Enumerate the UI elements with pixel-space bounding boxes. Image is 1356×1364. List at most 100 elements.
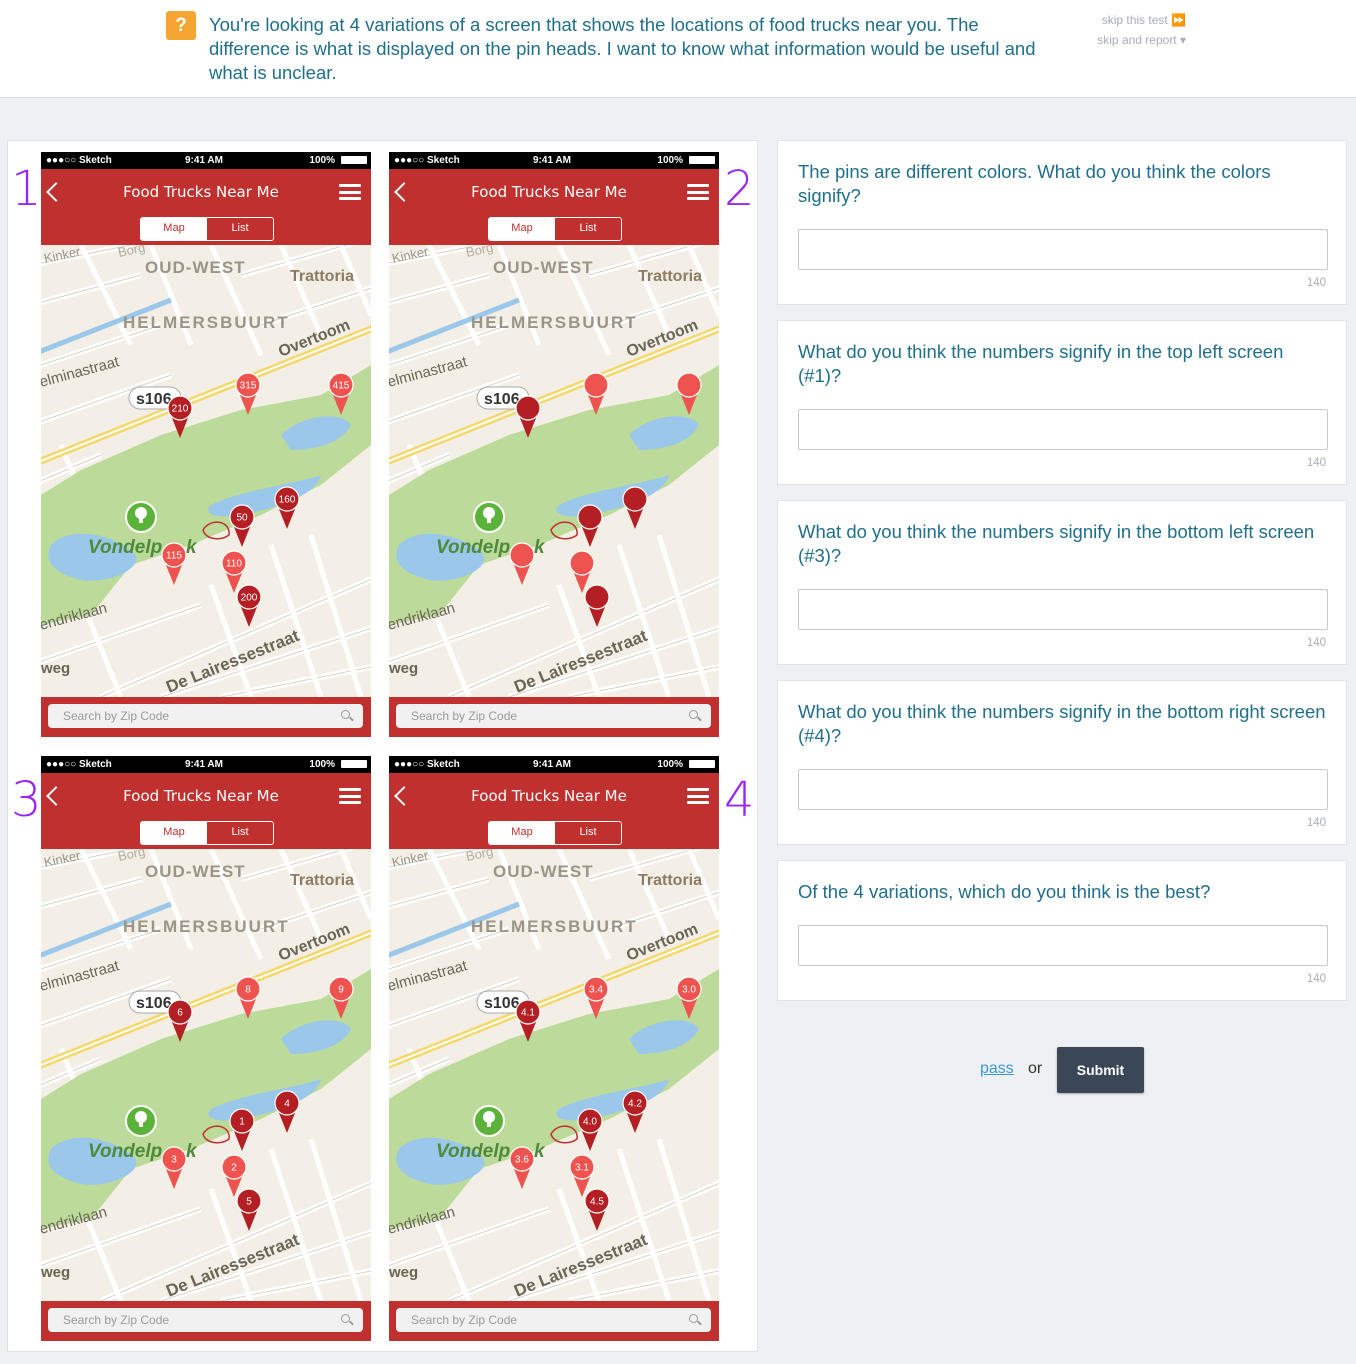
submit-button[interactable]: Submit [1057,1047,1144,1093]
question-text: The pins are different colors. What do y… [798,161,1271,206]
map-list-toggle[interactable]: Map List [488,217,622,241]
answer-input[interactable] [798,229,1328,270]
svg-text:k: k [534,537,546,558]
hamburger-menu-icon[interactable] [687,184,709,200]
pin-label: 315 [240,381,257,392]
hamburger-menu-icon[interactable] [339,788,361,804]
svg-text:weg: weg [41,660,70,677]
question-text: Of the 4 variations, which do you think … [798,881,1211,902]
answer-input[interactable] [798,409,1328,450]
battery-label: 100% [657,155,683,166]
answer-input[interactable] [798,925,1328,966]
map-view[interactable]: Kinker Borg OUD-WEST Trattoria HELMERSBU… [41,245,371,697]
zip-search-input[interactable]: Search by Zip Code [48,704,363,728]
svg-text:Vondelp: Vondelp [88,1141,162,1162]
hamburger-menu-icon[interactable] [687,788,709,804]
pin-label: 110 [226,559,242,570]
nav-title: Food Trucks Near Me [123,787,279,805]
question-card-1: The pins are different colors. What do y… [777,140,1347,305]
svg-text:HELMERSBUURT: HELMERSBUURT [471,313,638,332]
pin-label: 4.1 [521,1008,535,1019]
skip-report-link[interactable]: skip and report ▾ [1026,30,1186,50]
tab-list[interactable]: List [555,822,621,844]
svg-text:HELMERSBUURT: HELMERSBUURT [471,917,638,936]
map-view[interactable]: Kinker Borg OUD-WEST Trattoria HELMERSBU… [389,849,719,1301]
svg-text:s106: s106 [136,995,172,1012]
variation-number-2: 2 [724,161,755,217]
carrier-label: ●●●○○ Sketch [46,155,112,166]
question-text: What do you think the numbers signify in… [798,521,1315,566]
skip-links: skip this test ⏩ skip and report ▾ [1026,10,1186,50]
nav-bar: Food Trucks Near Me Map List [389,169,719,245]
nav-bar: Food Trucks Near Me Map List [389,773,719,849]
time-label: 9:41 AM [185,155,223,166]
map-list-toggle[interactable]: Map List [140,217,274,241]
hamburger-menu-icon[interactable] [339,184,361,200]
svg-text:k: k [534,1141,546,1162]
tab-map[interactable]: Map [489,822,555,844]
svg-text:s106: s106 [484,995,520,1012]
search-icon [341,1314,350,1323]
pin-label: 115 [166,551,182,562]
zip-search-input[interactable]: Search by Zip Code [48,1308,363,1332]
status-bar: ●●●○○ Sketch 9:41 AM 100% [389,152,719,169]
pin-label: 3.1 [575,1163,589,1174]
svg-text:Vondelp: Vondelp [88,537,162,558]
phone-variation-1: ●●●○○ Sketch 9:41 AM 100% Food Trucks Ne… [41,152,371,737]
search-bar: Search by Zip Code [389,1301,719,1341]
phone-variation-2: ●●●○○ Sketch 9:41 AM 100% Food Trucks Ne… [389,152,719,737]
svg-text:Vondelp: Vondelp [436,1141,510,1162]
pin-label: 9 [338,985,344,996]
pin-label: 200 [241,593,258,604]
zip-search-input[interactable]: Search by Zip Code [396,1308,711,1332]
tab-map[interactable]: Map [141,218,207,240]
char-count: 140 [1306,817,1326,829]
pin-label: 3.0 [682,985,696,996]
phone-variation-3: ●●●○○ Sketch 9:41 AM 100% Food Trucks Ne… [41,756,371,1341]
svg-text:HELMERSBUURT: HELMERSBUURT [123,917,290,936]
carrier-label: ●●●○○ Sketch [46,759,112,770]
pass-link[interactable]: pass [980,1060,1014,1078]
time-label: 9:41 AM [185,759,223,770]
answer-input[interactable] [798,589,1328,630]
char-count: 140 [1306,973,1326,985]
svg-text:OUD-WEST: OUD-WEST [145,862,246,881]
carrier-label: ●●●○○ Sketch [394,155,460,166]
instruction-bar: ? You're looking at 4 variations of a sc… [0,0,1356,98]
variation-number-1: 1 [11,161,42,217]
nav-bar: Food Trucks Near Me Map List [41,773,371,849]
answer-input[interactable] [798,769,1328,810]
status-bar: ●●●○○ Sketch 9:41 AM 100% [41,756,371,773]
map-view[interactable]: Kinker Borg OUD-WEST Trattoria HELMERSBU… [41,849,371,1301]
pin-label: 5 [246,1197,252,1208]
map-view[interactable]: Kinker Borg OUD-WEST Trattoria HELMERSBU… [389,245,719,697]
search-bar: Search by Zip Code [41,697,371,737]
skip-test-link[interactable]: skip this test ⏩ [1026,10,1186,30]
task-instruction: You're looking at 4 variations of a scre… [209,14,1036,83]
pin-label: 3.4 [589,985,603,996]
char-count: 140 [1306,277,1326,289]
svg-text:Trattoria: Trattoria [638,268,702,285]
map-list-toggle[interactable]: Map List [140,821,274,845]
variation-number-3: 3 [11,772,42,828]
question-card-3: What do you think the numbers signify in… [777,500,1347,665]
tab-map[interactable]: Map [141,822,207,844]
nav-title: Food Trucks Near Me [123,183,279,201]
pin-label: 1 [239,1117,245,1128]
question-card-4: What do you think the numbers signify in… [777,680,1347,845]
svg-text:Vondelp: Vondelp [436,537,510,558]
status-bar: ●●●○○ Sketch 9:41 AM 100% [389,756,719,773]
svg-text:weg: weg [41,1264,70,1281]
pin-label: 4.0 [583,1117,597,1128]
zip-search-input[interactable]: Search by Zip Code [396,704,711,728]
map-list-toggle[interactable]: Map List [488,821,622,845]
tab-map[interactable]: Map [489,218,555,240]
or-label: or [1028,1060,1043,1077]
tab-list[interactable]: List [207,218,273,240]
tab-list[interactable]: List [207,822,273,844]
pin-label: 4.2 [628,1099,642,1110]
pin-label: 415 [333,381,350,392]
battery-icon [341,760,367,768]
variation-number-4: 4 [724,772,755,828]
tab-list[interactable]: List [555,218,621,240]
